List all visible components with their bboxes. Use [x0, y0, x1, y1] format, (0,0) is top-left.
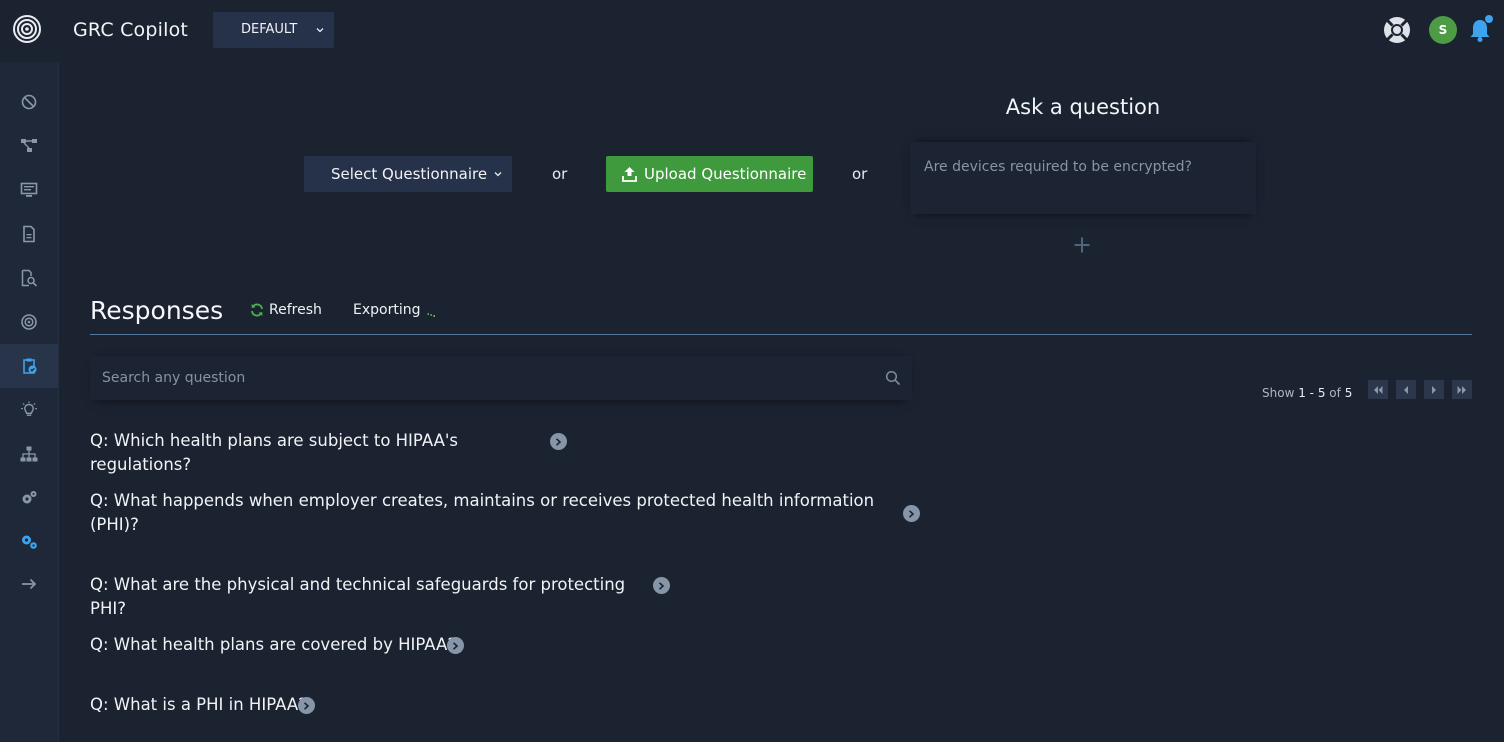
plus-icon[interactable]: [1073, 236, 1091, 254]
exporting-status: Exporting: [353, 302, 421, 318]
last-page-button[interactable]: [1452, 380, 1472, 399]
loading-spinner-icon: [427, 313, 435, 317]
sidebar-item-document-search[interactable]: [0, 256, 58, 300]
environment-selector-value: DEFAULT: [241, 22, 298, 37]
expand-question-button[interactable]: [653, 577, 670, 594]
pagination-summary: Show 1 - 5 of 5: [1262, 386, 1352, 400]
sidebar-item-integrations[interactable]: [0, 476, 58, 520]
sidebar-item-dashboard[interactable]: [0, 80, 58, 124]
expand-question-button[interactable]: [447, 637, 464, 654]
pager-of: of: [1329, 386, 1341, 400]
expand-question-button[interactable]: [550, 433, 567, 450]
first-page-button[interactable]: [1368, 380, 1388, 399]
hierarchy-icon: [20, 446, 38, 462]
search-icon[interactable]: [885, 370, 901, 386]
document-search-icon: [21, 269, 38, 287]
question-text: Q: Which health plans are subject to HIP…: [90, 431, 458, 474]
question-text: Q: What health plans are covered by HIPA…: [90, 635, 457, 654]
responses-divider: [90, 334, 1472, 335]
user-avatar[interactable]: S: [1429, 16, 1457, 44]
app-title: GRC Copilot: [73, 19, 189, 41]
settings-gears-icon: [22, 535, 37, 549]
chevron-down-icon: [316, 28, 324, 33]
chevron-right-icon: [452, 641, 459, 650]
chevron-right-icon: [303, 701, 310, 710]
radar-icon: [21, 314, 37, 330]
chevron-left-icon: [1404, 385, 1408, 394]
select-questionnaire-dropdown[interactable]: Select Questionnaire: [304, 156, 512, 192]
pager-prefix: Show: [1262, 386, 1295, 400]
help-lifebuoy-icon[interactable]: [1382, 15, 1412, 45]
sidebar-item-workflow[interactable]: [0, 124, 58, 168]
question-item[interactable]: Q: What health plans are covered by HIPA…: [90, 633, 460, 657]
question-item[interactable]: Q: Which health plans are subject to HIP…: [90, 429, 560, 477]
question-item[interactable]: Q: What are the physical and technical s…: [90, 573, 660, 621]
ask-question-input[interactable]: [910, 142, 1256, 214]
question-text: Q: What happends when employer creates, …: [90, 491, 875, 534]
responses-title: Responses: [90, 296, 224, 325]
refresh-label: Refresh: [269, 302, 322, 318]
or-separator-2: or: [852, 165, 868, 183]
ask-question-title: Ask a question: [1005, 95, 1161, 119]
expand-question-button[interactable]: [903, 505, 920, 522]
pager-range: 1 - 5: [1298, 386, 1326, 400]
pager-total: 5: [1344, 386, 1353, 400]
refresh-button[interactable]: Refresh: [250, 302, 322, 318]
question-item[interactable]: Q: What is a PHI in HIPAA?: [90, 693, 310, 717]
sidebar-item-questionnaire[interactable]: [0, 344, 58, 388]
sidebar-item-hierarchy[interactable]: [0, 432, 58, 476]
environment-selector[interactable]: DEFAULT: [213, 12, 334, 48]
clipboard-check-icon: [23, 358, 37, 374]
logo-icon[interactable]: [12, 14, 42, 44]
sidebar-item-monitor[interactable]: [0, 168, 58, 212]
previous-page-button[interactable]: [1396, 380, 1416, 399]
monitor-icon: [20, 182, 38, 197]
upload-questionnaire-button[interactable]: Upload Questionnaire: [606, 156, 813, 192]
notification-dot: [1485, 15, 1493, 23]
chevron-right-icon: [908, 509, 915, 518]
workflow-icon: [21, 139, 37, 152]
sidebar-item-settings[interactable]: [0, 520, 58, 564]
chevron-right-icon: [1432, 385, 1436, 394]
sidebar-item-radar[interactable]: [0, 300, 58, 344]
or-separator-1: or: [552, 165, 568, 183]
chevron-right-icon: [555, 437, 562, 446]
refresh-icon: [251, 303, 263, 317]
sidebar: [0, 62, 59, 742]
next-page-button[interactable]: [1424, 380, 1444, 399]
gears-icon: [22, 491, 37, 504]
chevron-right-icon: [658, 581, 665, 590]
lightbulb-icon: [21, 401, 37, 416]
sidebar-item-ideas[interactable]: [0, 388, 58, 432]
question-text: Q: What are the physical and technical s…: [90, 575, 626, 618]
question-item[interactable]: Q: What happends when employer creates, …: [90, 489, 880, 537]
document-icon: [23, 225, 35, 243]
sidebar-item-documents[interactable]: [0, 212, 58, 256]
dashboard-icon: [21, 94, 37, 110]
sidebar-item-collapse[interactable]: [0, 562, 58, 606]
double-chevron-right-icon: [1457, 385, 1466, 394]
chevron-down-icon: [494, 172, 502, 177]
upload-questionnaire-label: Upload Questionnaire: [644, 165, 807, 183]
arrow-right-icon: [22, 578, 37, 590]
search-question-input[interactable]: [90, 356, 912, 400]
expand-question-button[interactable]: [298, 697, 315, 714]
question-text: Q: What is a PHI in HIPAA?: [90, 695, 307, 714]
double-chevron-left-icon: [1374, 385, 1383, 394]
select-questionnaire-label: Select Questionnaire: [331, 165, 488, 183]
top-bar: GRC Copilot DEFAULT S: [0, 0, 1504, 62]
upload-icon: [622, 167, 637, 182]
